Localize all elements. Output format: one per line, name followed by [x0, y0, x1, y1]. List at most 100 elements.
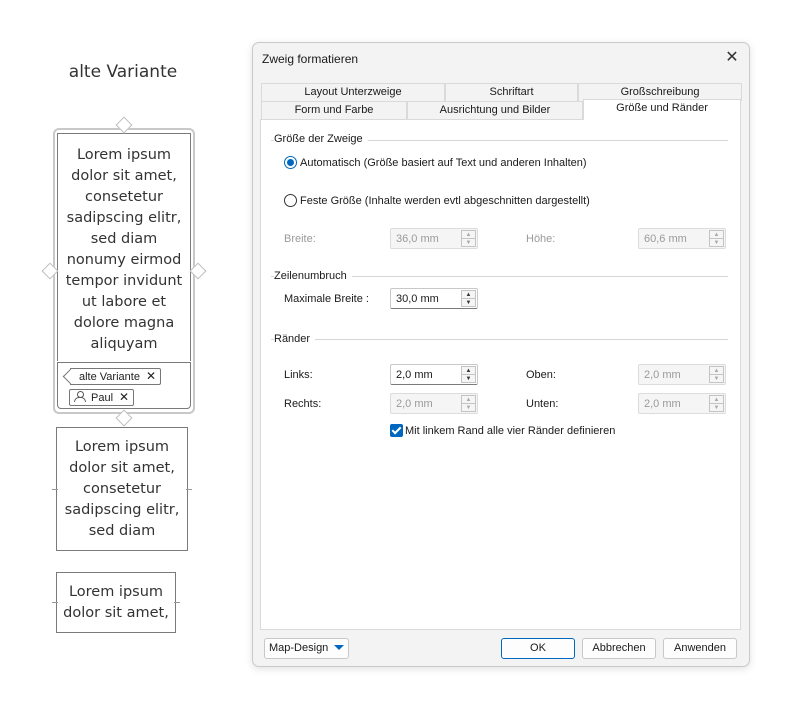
spinner-arrows: ▲ ▼ — [709, 366, 724, 383]
arrow-down-icon: ▼ — [465, 405, 472, 411]
topic-line: Lorem ipsum — [76, 147, 172, 163]
right-margin-label: Rechts: — [284, 398, 322, 410]
format-branch-dialog: Zweig formatieren ✕ Layout Unterzweige S… — [252, 42, 750, 667]
dialog-titlebar[interactable]: Zweig formatieren ✕ — [253, 43, 749, 75]
connector-tick — [52, 602, 58, 603]
all-margins-checkbox-row[interactable]: Mit linkem Rand alle vier Ränder definie… — [390, 424, 615, 437]
tab-shape-color[interactable]: Form und Farbe — [261, 101, 407, 119]
tab-size-margins[interactable]: Größe und Ränder — [583, 99, 741, 120]
arrow-down-icon: ▼ — [713, 405, 720, 411]
height-label: Höhe: — [526, 233, 556, 245]
radio-fixed-size[interactable]: Feste Größe (Inhalte werden evtl abgesch… — [284, 194, 590, 207]
radio-fixed-label: Feste Größe (Inhalte werden evtl abgesch… — [300, 195, 590, 207]
close-icon[interactable]: ✕ — [146, 369, 156, 383]
topic-line: aliquyam — [90, 336, 158, 352]
topic-line: Lorem ipsum — [68, 584, 164, 600]
arrow-up-icon: ▲ — [462, 396, 475, 404]
tab-font[interactable]: Schriftart — [445, 83, 578, 101]
tag-variant-label: alte Variante — [79, 371, 140, 383]
tab-label: Form und Farbe — [294, 104, 374, 116]
bottom-margin-spinner: 2,0 mm ▲ ▼ — [638, 393, 726, 414]
radio-button[interactable] — [284, 194, 297, 207]
left-margin-value[interactable]: 2,0 mm — [396, 369, 433, 381]
apply-button[interactable]: Anwenden — [663, 638, 737, 659]
radio-auto-label: Automatisch (Größe basiert auf Text und … — [300, 157, 587, 169]
tag-variant[interactable]: alte Variante ✕ — [70, 368, 162, 385]
spinner-arrows: ▲ ▼ — [709, 230, 724, 247]
topic-line: sed diam — [90, 231, 158, 247]
arrow-down-icon: ▼ — [713, 240, 720, 246]
arrow-down-icon[interactable]: ▼ — [462, 375, 475, 383]
old-variant-title: alte Variante — [68, 62, 178, 82]
max-width-spinner[interactable]: 30,0 mm ▲ ▼ — [390, 288, 478, 309]
topic-line: sadipscing elitr, — [64, 502, 180, 518]
tab-label: Schriftart — [489, 86, 534, 98]
close-icon[interactable]: ✕ — [119, 390, 129, 404]
max-width-value[interactable]: 30,0 mm — [396, 293, 439, 305]
arrow-up-icon[interactable]: ▲ — [462, 367, 475, 375]
arrow-up-icon: ▲ — [462, 231, 475, 239]
size-group-label: Größe der Zweige — [274, 133, 368, 145]
arrow-up-icon: ▲ — [710, 367, 723, 375]
spinner-arrows: ▲ ▼ — [461, 395, 476, 412]
topic-line: dolor sit amet, — [63, 605, 169, 621]
radio-button-checked[interactable] — [284, 156, 297, 169]
spinner-arrows[interactable]: ▲ ▼ — [461, 366, 476, 383]
topic-line: ut labore et — [81, 294, 167, 310]
tab-layout-subbranches[interactable]: Layout Unterzweige — [261, 83, 445, 101]
tag-person[interactable]: Paul ✕ — [69, 389, 135, 406]
tab-label: Größe und Ränder — [616, 102, 708, 114]
topic-line: dolore magna — [73, 315, 175, 331]
topic-line: sed diam — [88, 523, 156, 539]
connector-tick — [174, 602, 180, 603]
arrow-up-icon[interactable]: ▲ — [462, 291, 475, 299]
topic-box-2[interactable]: Lorem ipsum dolor sit amet, consetetur s… — [56, 427, 188, 551]
tag-person-label: Paul — [91, 392, 114, 404]
topic-2-text: Lorem ipsum dolor sit amet, consetetur s… — [57, 437, 187, 542]
main-topic-text: Lorem ipsum dolor sit amet, consetetur s… — [58, 145, 190, 355]
radio-auto-size[interactable]: Automatisch (Größe basiert auf Text und … — [284, 156, 587, 169]
topic-line: dolor sit amet, — [71, 168, 177, 184]
topic-3-text: Lorem ipsum dolor sit amet, — [57, 582, 175, 624]
margins-group-label: Ränder — [274, 333, 316, 345]
connector-tick — [186, 489, 192, 490]
group-divider — [271, 339, 728, 340]
topic-line: dolor sit amet, — [69, 460, 175, 476]
spinner-arrows: ▲ ▼ — [709, 395, 724, 412]
arrow-down-icon[interactable]: ▼ — [462, 299, 475, 307]
arrow-up-icon: ▲ — [710, 231, 723, 239]
wrap-group-label: Zeilenumbruch — [274, 270, 352, 282]
dialog-title: Zweig formatieren — [262, 52, 359, 66]
top-margin-label: Oben: — [526, 369, 556, 381]
main-topic[interactable]: Lorem ipsum dolor sit amet, consetetur s… — [53, 128, 195, 414]
cancel-button[interactable]: Abbrechen — [582, 638, 656, 659]
ok-button[interactable]: OK — [501, 638, 575, 659]
topic-box-3[interactable]: Lorem ipsum dolor sit amet, — [56, 572, 176, 633]
left-margin-label: Links: — [284, 369, 313, 381]
left-margin-spinner[interactable]: 2,0 mm ▲ ▼ — [390, 364, 478, 385]
topic-line: sadipscing elitr, — [66, 210, 182, 226]
width-spinner: 36,0 mm ▲ ▼ — [390, 228, 478, 249]
top-margin-value: 2,0 mm — [644, 369, 681, 381]
all-margins-checkbox[interactable] — [390, 424, 403, 437]
width-value: 36,0 mm — [396, 233, 439, 245]
close-icon: ✕ — [725, 49, 739, 66]
tab-alignment-images[interactable]: Ausrichtung und Bilder — [407, 101, 583, 119]
tab-label: Layout Unterzweige — [304, 86, 402, 98]
bottom-margin-value: 2,0 mm — [644, 398, 681, 410]
connector-tick — [52, 489, 58, 490]
topic-line: Lorem ipsum — [74, 439, 170, 455]
map-design-dropdown[interactable]: Map-Design — [264, 638, 349, 659]
topic-line: tempor invidunt — [65, 273, 183, 289]
height-spinner: 60,6 mm ▲ ▼ — [638, 228, 726, 249]
all-margins-checkbox-label: Mit linkem Rand alle vier Ränder definie… — [405, 425, 616, 437]
close-button[interactable]: ✕ — [719, 46, 745, 72]
topic-line: consetetur — [83, 481, 161, 497]
bottom-margin-label: Unten: — [526, 398, 559, 410]
tag-area: alte Variante ✕ Paul ✕ — [57, 362, 191, 409]
topic-line: consetetur — [85, 189, 163, 205]
spinner-arrows[interactable]: ▲ ▼ — [461, 290, 476, 307]
right-margin-spinner: 2,0 mm ▲ ▼ — [390, 393, 478, 414]
arrow-up-icon: ▲ — [710, 396, 723, 404]
max-width-label: Maximale Breite : — [284, 293, 369, 305]
